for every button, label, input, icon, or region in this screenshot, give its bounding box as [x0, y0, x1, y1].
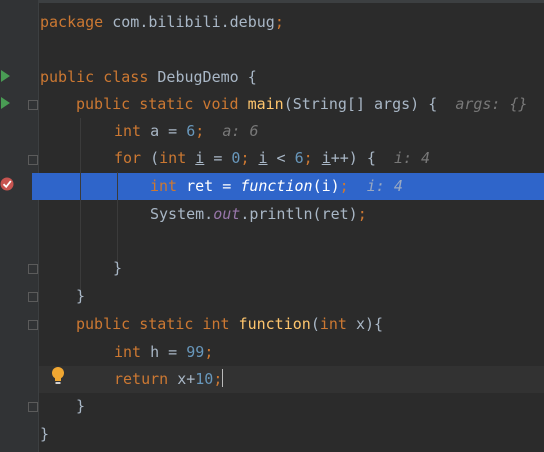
fold-marker-icon[interactable] [28, 402, 38, 412]
static-field-out: out [213, 205, 241, 223]
method-call-println: .println(ret) [240, 205, 358, 223]
paren: ( [141, 149, 160, 167]
fold-marker-icon[interactable] [28, 264, 38, 274]
text-caret [222, 369, 224, 387]
operator: < [267, 149, 295, 167]
method-params: x){ [346, 315, 384, 333]
type-keyword: int [150, 177, 178, 195]
indent-guide [80, 118, 81, 296]
editor-gutter[interactable] [0, 0, 38, 452]
run-main-icon[interactable] [1, 97, 10, 109]
run-class-icon[interactable] [1, 70, 10, 82]
paren: ( [310, 315, 320, 333]
code-line-println[interactable]: System.out.println(ret); [150, 201, 367, 228]
semicolon: ; [195, 122, 205, 140]
loop-var: i [321, 149, 331, 167]
package-name: com.bilibili.debug [103, 13, 275, 31]
code-line-close-function[interactable]: } [76, 393, 85, 420]
keyword-for: for [114, 149, 142, 167]
keyword-return: return [114, 370, 169, 388]
semicolon: ; [303, 149, 313, 167]
code-line-int-a[interactable]: int a = 6; a: 6 [114, 118, 259, 145]
expression: x+ [168, 370, 196, 388]
closing-brace: } [40, 425, 50, 443]
indent-guide [117, 172, 118, 268]
editor-top-border [0, 0, 544, 3]
fold-marker-icon[interactable] [28, 292, 38, 302]
semicolon: ; [213, 370, 223, 388]
semicolon: ; [274, 13, 284, 31]
loop-var: i [258, 149, 268, 167]
code-line-close-class[interactable]: } [40, 421, 49, 448]
method-name-main: main [238, 95, 284, 113]
fold-marker-icon[interactable] [28, 155, 38, 165]
fold-marker-icon[interactable] [28, 320, 38, 330]
semicolon: ; [204, 343, 214, 361]
code-line-int-h[interactable]: int h = 99; [114, 339, 213, 366]
call-args: (i) [312, 177, 340, 195]
declaration: h = [141, 343, 187, 361]
breakpoint-icon[interactable] [0, 176, 14, 191]
debug-inline-value: args: {} [455, 95, 528, 113]
code-line-function-decl[interactable]: public static int function(int x){ [76, 311, 383, 338]
class-name: DebugDemo { [148, 68, 257, 86]
keyword-package: package [40, 13, 104, 31]
semicolon: ; [339, 177, 349, 195]
code-editor[interactable]: package com.bilibili.debug; public class… [0, 0, 544, 452]
loop-var: i [195, 149, 205, 167]
code-line-for-loop[interactable]: for (int i = 0; i < 6; i++) { i: 4 [114, 145, 430, 172]
number-literal: 6 [186, 122, 196, 140]
type-keyword: int [114, 343, 142, 361]
method-modifiers: public static void [76, 95, 239, 113]
debug-inline-value: a: 6 [222, 122, 259, 140]
number-literal: 10 [195, 370, 214, 388]
code-line-package[interactable]: package com.bilibili.debug; [40, 9, 284, 36]
code-line-class-decl[interactable]: public class DebugDemo { [40, 64, 257, 91]
operator: = [204, 149, 232, 167]
semicolon: ; [357, 205, 367, 223]
number-literal: 6 [294, 149, 304, 167]
debug-inline-value: i: 4 [366, 177, 403, 195]
code-line-main-decl[interactable]: public static void main(String[] args) {… [76, 91, 528, 118]
method-name-function: function [229, 315, 311, 333]
code-line-current-execution[interactable]: int ret = function(i); i: 4 [150, 173, 403, 200]
closing-brace: } [113, 259, 123, 277]
type-keyword: int [319, 315, 347, 333]
closing-brace: } [76, 397, 86, 415]
lightbulb-icon[interactable] [50, 366, 66, 386]
method-params: (String[] args) { [283, 95, 438, 113]
class-modifiers: public class [40, 68, 149, 86]
fold-marker-icon[interactable] [28, 100, 38, 110]
declaration: ret = [177, 177, 241, 195]
debug-inline-value: i: 4 [393, 149, 431, 167]
number-literal: 99 [186, 343, 205, 361]
type-keyword: int [114, 122, 142, 140]
declaration: a = [141, 122, 187, 140]
code-line-close-for[interactable]: } [113, 255, 122, 282]
class-ref-system: System. [150, 205, 214, 223]
method-call-function: function [240, 177, 313, 195]
code-line-return[interactable]: return x+10; [114, 366, 224, 393]
method-modifiers: public static int [76, 315, 230, 333]
type-keyword: int [159, 149, 187, 167]
code-line-close-main[interactable]: } [76, 283, 85, 310]
closing-brace: } [76, 287, 86, 305]
increment: ++) { [330, 149, 376, 167]
